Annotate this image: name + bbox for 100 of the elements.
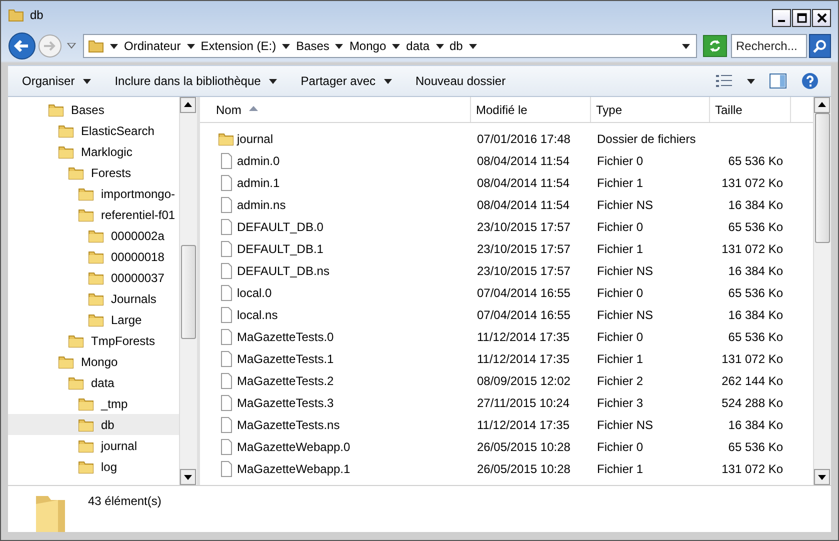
sort-ascending-icon bbox=[249, 106, 258, 111]
preview-pane-icon[interactable] bbox=[769, 73, 787, 89]
scroll-down-icon[interactable] bbox=[180, 469, 196, 485]
folder-icon bbox=[78, 396, 94, 412]
search-field[interactable]: Recherch... bbox=[731, 34, 807, 58]
folder-icon bbox=[88, 312, 104, 328]
caret-icon[interactable] bbox=[186, 44, 195, 48]
breadcrumb-link[interactable]: Mongo bbox=[349, 39, 386, 53]
tree-item[interactable]: db bbox=[8, 414, 179, 435]
file-name[interactable]: DEFAULT_DB.0 bbox=[237, 220, 324, 234]
file-icon bbox=[218, 461, 234, 477]
caret-icon[interactable] bbox=[747, 78, 755, 84]
folder-icon bbox=[8, 7, 24, 23]
file-name[interactable]: DEFAULT_DB.1 bbox=[237, 242, 324, 256]
tree-item[interactable]: Large bbox=[8, 309, 179, 330]
table-cell: Fichier 0 bbox=[597, 154, 644, 168]
caret-icon[interactable] bbox=[682, 44, 690, 48]
history-dropdown-icon[interactable] bbox=[67, 43, 76, 49]
scrollbar[interactable] bbox=[813, 97, 831, 485]
caret-icon[interactable] bbox=[110, 44, 118, 48]
tree-item[interactable]: 00000037 bbox=[8, 267, 179, 288]
table-cell: Fichier NS bbox=[597, 264, 654, 278]
file-name[interactable]: admin.ns bbox=[237, 198, 286, 212]
close-button[interactable] bbox=[812, 9, 831, 27]
search-button[interactable] bbox=[809, 34, 831, 58]
file-name[interactable]: MaGazetteTests.3 bbox=[237, 396, 334, 410]
toolbar-button[interactable]: Nouveau dossier bbox=[408, 70, 514, 92]
table-cell: Fichier 1 bbox=[597, 176, 644, 190]
file-name[interactable]: MaGazetteWebapp.0 bbox=[237, 440, 350, 454]
toolbar-button[interactable]: Inclure dans la bibliothèque bbox=[106, 70, 285, 92]
scroll-up-icon[interactable] bbox=[814, 97, 830, 113]
table-cell: Fichier NS bbox=[597, 198, 654, 212]
address-bar[interactable]: Ordinateur Extension (E:) Bases Mongo data db bbox=[83, 34, 697, 58]
table-cell: Fichier 0 bbox=[597, 220, 644, 234]
scroll-down-icon[interactable] bbox=[814, 469, 830, 485]
file-name[interactable]: local.0 bbox=[237, 286, 272, 300]
caret-icon[interactable] bbox=[335, 44, 344, 48]
tree-item[interactable]: Bases bbox=[8, 99, 179, 120]
table-cell: 11/12/2014 17:35 bbox=[477, 418, 570, 432]
folder-icon bbox=[88, 38, 104, 54]
maximize-icon bbox=[796, 13, 806, 23]
scroll-thumb[interactable] bbox=[815, 113, 830, 243]
folder-icon bbox=[58, 144, 74, 160]
file-name[interactable]: DEFAULT_DB.ns bbox=[237, 264, 330, 278]
file-name[interactable]: MaGazetteTests.2 bbox=[237, 374, 334, 388]
table-cell: 16 384 Ko bbox=[728, 198, 783, 212]
tree-item[interactable]: log bbox=[8, 456, 179, 477]
maximize-button[interactable] bbox=[792, 9, 811, 27]
view-list-icon[interactable] bbox=[715, 74, 733, 88]
close-icon bbox=[816, 13, 826, 23]
tree-item[interactable]: 00000018 bbox=[8, 246, 179, 267]
table-cell: Fichier 1 bbox=[597, 462, 644, 476]
file-name[interactable]: journal bbox=[237, 132, 274, 146]
folder-icon bbox=[78, 416, 94, 432]
tree-item[interactable]: journal bbox=[8, 435, 179, 456]
file-name[interactable]: MaGazetteWebapp.1 bbox=[237, 462, 350, 476]
caret-icon[interactable] bbox=[468, 44, 477, 48]
tree-item[interactable]: importmongo- bbox=[8, 183, 179, 204]
file-name[interactable]: admin.0 bbox=[237, 154, 280, 168]
table-cell: 23/10/2015 17:57 bbox=[477, 220, 570, 234]
tree-item[interactable]: Journals bbox=[8, 288, 179, 309]
file-name[interactable]: admin.1 bbox=[237, 176, 280, 190]
tree-item[interactable]: 0000002a bbox=[8, 225, 179, 246]
breadcrumb-link[interactable]: Bases bbox=[296, 39, 330, 53]
minimize-button[interactable] bbox=[772, 9, 791, 27]
toolbar-button[interactable]: Partager avec bbox=[292, 70, 400, 92]
refresh-button[interactable] bbox=[703, 35, 727, 57]
file-name[interactable]: MaGazetteTests.1 bbox=[237, 352, 334, 366]
help-icon[interactable] bbox=[801, 72, 819, 90]
tree-item[interactable]: referentiel-f01 bbox=[8, 204, 179, 225]
file-name[interactable]: local.ns bbox=[237, 308, 278, 322]
tree-item[interactable]: data bbox=[8, 372, 179, 393]
scrollbar[interactable] bbox=[179, 97, 197, 485]
breadcrumb-link[interactable]: Ordinateur bbox=[124, 39, 181, 53]
file-name[interactable]: MaGazetteTests.ns bbox=[237, 418, 340, 432]
table-cell: 07/01/2016 17:48 bbox=[477, 132, 570, 146]
table-cell: 08/09/2015 12:02 bbox=[477, 374, 570, 388]
tree-item[interactable]: TmpForests bbox=[8, 330, 179, 351]
breadcrumb-link[interactable]: data bbox=[406, 39, 430, 53]
table-cell: Fichier 1 bbox=[597, 352, 644, 366]
caret-icon[interactable] bbox=[282, 44, 290, 48]
scroll-up-icon[interactable] bbox=[180, 97, 196, 113]
back-button[interactable] bbox=[8, 32, 36, 60]
tree-item[interactable]: Forests bbox=[8, 162, 179, 183]
tree-item[interactable]: ElasticSearch bbox=[8, 120, 179, 141]
tree-item[interactable]: _tmp bbox=[8, 393, 179, 414]
breadcrumb-link[interactable]: db bbox=[450, 39, 463, 53]
file-icon bbox=[218, 263, 234, 279]
toolbar-button[interactable]: Organiser bbox=[14, 70, 99, 92]
breadcrumb-link[interactable]: Extension (E:) bbox=[200, 39, 276, 53]
file-name[interactable]: MaGazetteTests.0 bbox=[237, 330, 334, 344]
caret-icon[interactable] bbox=[392, 44, 400, 48]
file-icon bbox=[218, 285, 234, 301]
file-icon bbox=[218, 439, 234, 455]
caret-icon[interactable] bbox=[436, 44, 444, 48]
tree-item[interactable]: Marklogic bbox=[8, 141, 179, 162]
minimize-icon bbox=[778, 20, 785, 22]
scroll-thumb[interactable] bbox=[181, 245, 196, 339]
tree-item[interactable]: Mongo bbox=[8, 351, 179, 372]
folder-icon bbox=[78, 438, 94, 454]
